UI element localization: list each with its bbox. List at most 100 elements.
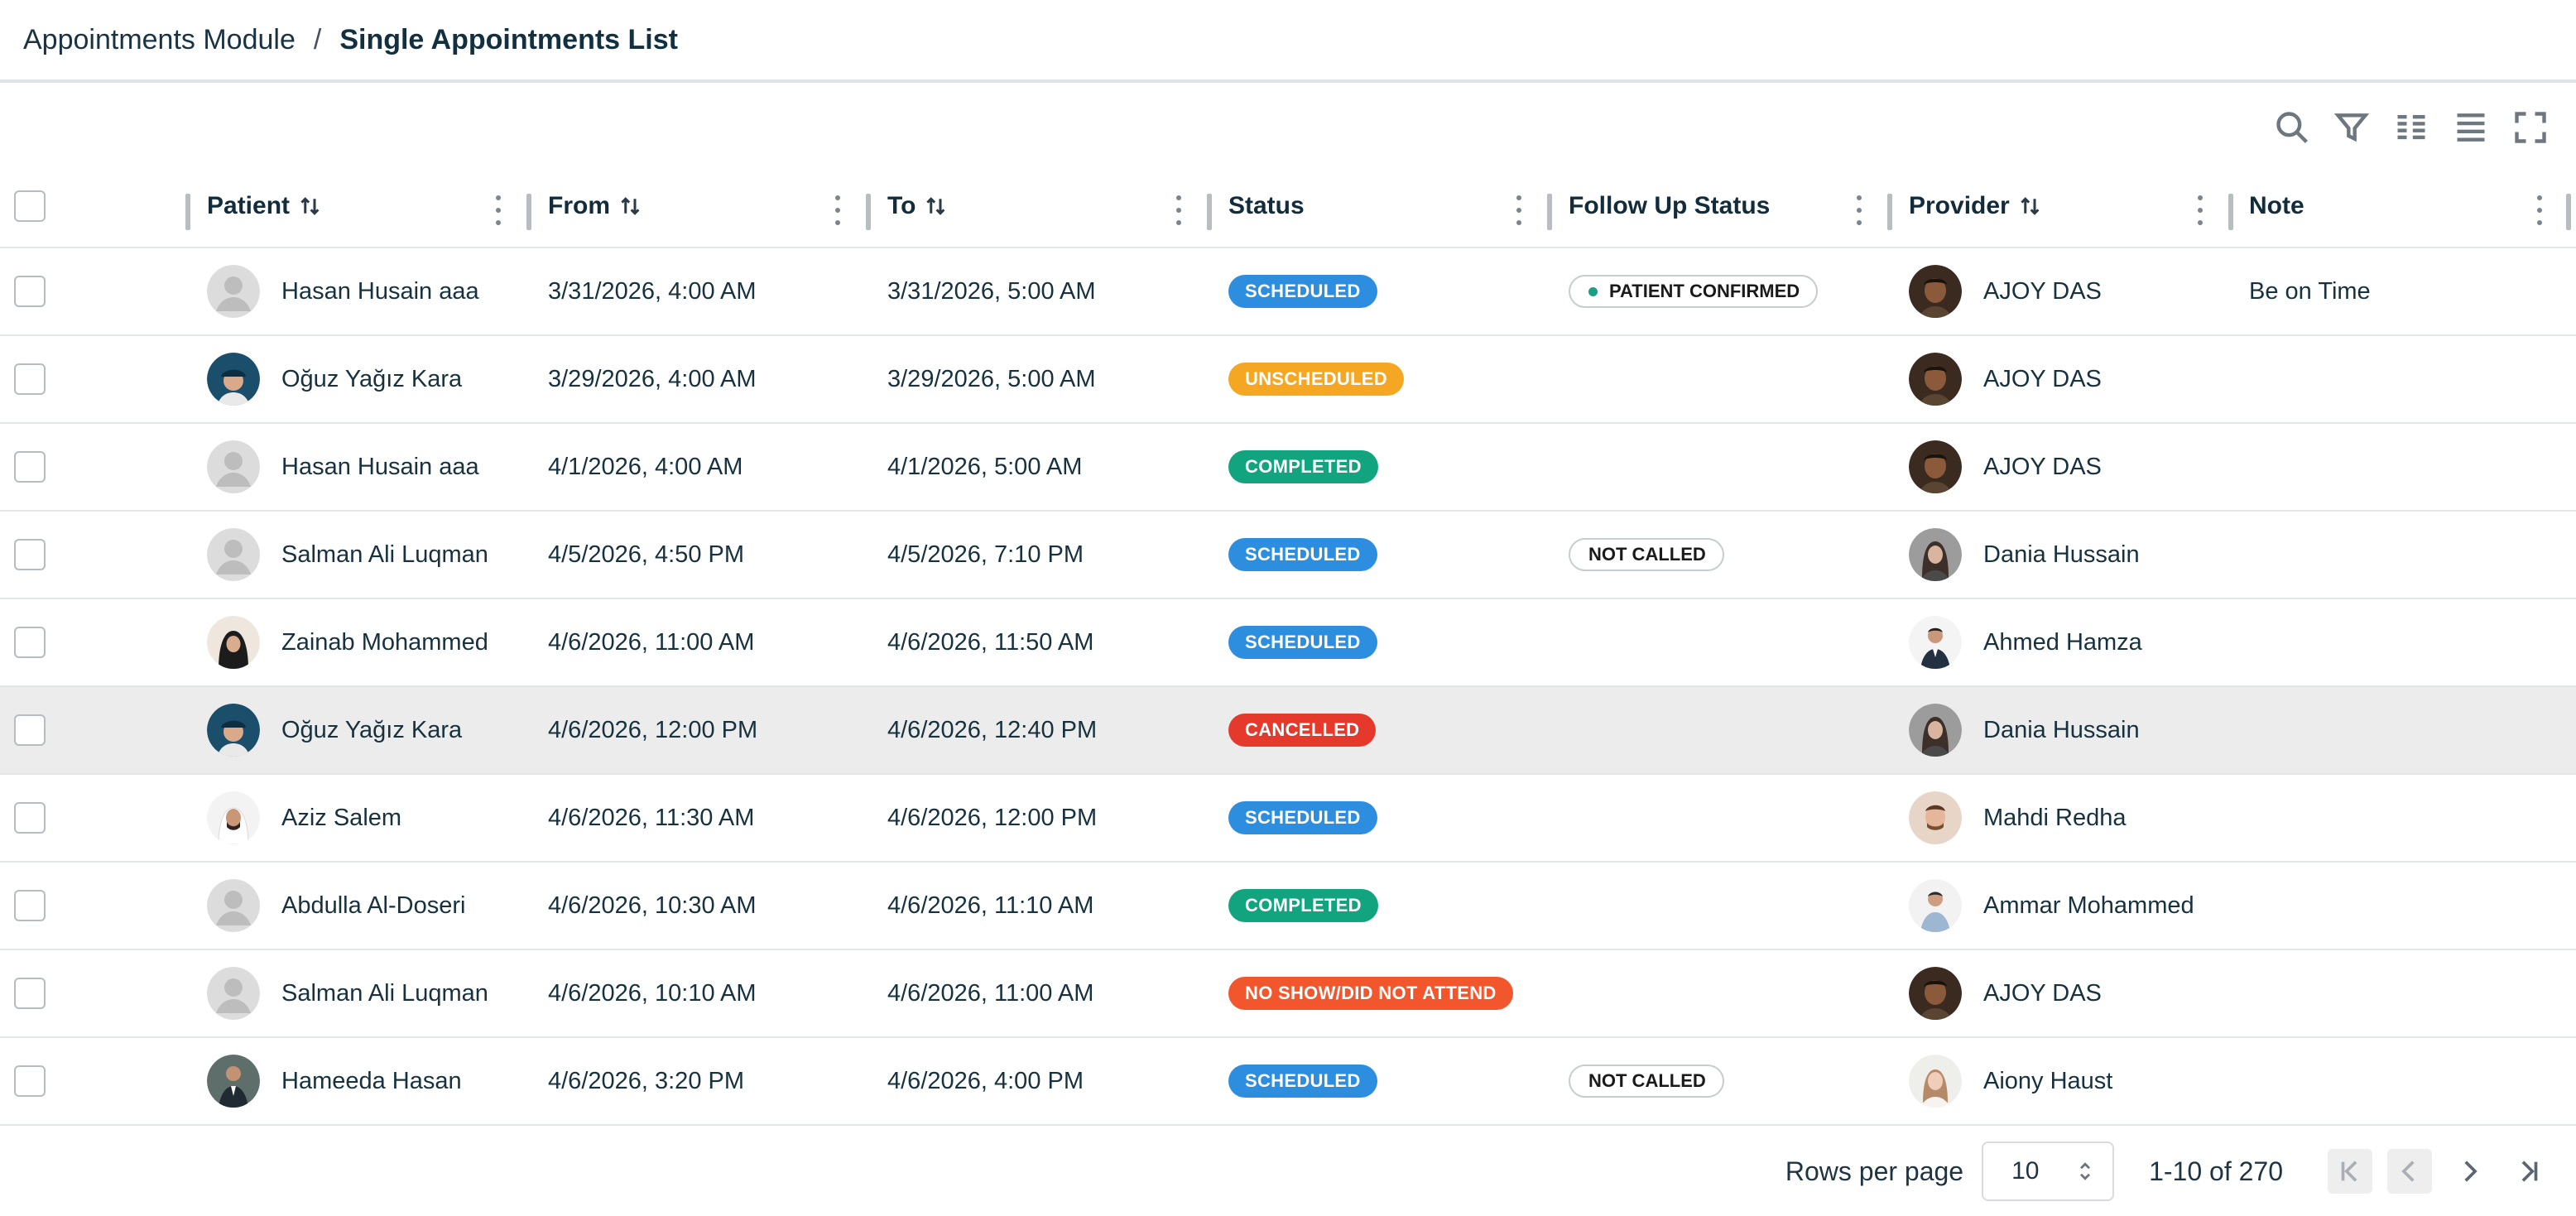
provider-name: Dania Hussain: [1983, 716, 2140, 743]
row-checkbox[interactable]: [14, 802, 46, 834]
table-row[interactable]: Oğuz Yağız Kara 3/29/2026, 4:00 AM 3/29/20…: [0, 336, 2576, 424]
patient-cell[interactable]: Oğuz Yağız Kara: [207, 687, 521, 773]
row-checkbox[interactable]: [14, 978, 46, 1009]
row-checkbox[interactable]: [14, 363, 46, 395]
provider-cell[interactable]: AJOY DAS: [1909, 248, 2223, 334]
header-select-cell: [0, 166, 184, 247]
density-icon: [2457, 113, 2485, 142]
columns-button[interactable]: [2391, 104, 2432, 151]
table-toolbar: [2271, 103, 2551, 152]
sort-icon[interactable]: [2018, 194, 2043, 219]
fullscreen-icon: [2515, 112, 2546, 143]
header-follow-up[interactable]: Follow Up Status: [1569, 166, 1883, 247]
patient-cell[interactable]: Abdulla Al-Doseri: [207, 863, 521, 949]
sort-icon[interactable]: [298, 194, 323, 219]
provider-cell[interactable]: Mahdi Redha: [1909, 775, 2223, 861]
column-resizer[interactable]: [1207, 194, 1212, 230]
column-menu-icon[interactable]: [1174, 195, 1184, 225]
row-checkbox[interactable]: [14, 714, 46, 746]
filter-button[interactable]: [2331, 104, 2372, 151]
select-all-checkbox[interactable]: [14, 190, 46, 222]
follow-up-cell: [1569, 336, 1883, 422]
patient-cell[interactable]: Salman Ali Luqman: [207, 512, 521, 598]
header-to[interactable]: To: [887, 166, 1202, 247]
column-menu-icon[interactable]: [1514, 195, 1524, 225]
provider-name: Mahdi Redha: [1983, 804, 2127, 831]
column-menu-icon[interactable]: [1854, 195, 1864, 225]
header-from[interactable]: From: [548, 166, 863, 247]
column-resizer[interactable]: [2566, 194, 2571, 230]
table-row[interactable]: Salman Ali Luqman 4/6/2026, 10:10 AM 4/6/2…: [0, 950, 2576, 1038]
provider-cell[interactable]: AJOY DAS: [1909, 424, 2223, 510]
provider-cell[interactable]: AJOY DAS: [1909, 336, 2223, 422]
patient-cell[interactable]: Aziz Salem: [207, 775, 521, 861]
column-menu-icon[interactable]: [2195, 195, 2205, 225]
table-row[interactable]: Zainab Mohammed 4/6/2026, 11:00 AM 4/6/202…: [0, 599, 2576, 687]
search-button[interactable]: [2271, 104, 2313, 151]
table-row[interactable]: Hasan Husain aaa 4/1/2026, 4:00 AM 4/1/202…: [0, 424, 2576, 512]
column-resizer[interactable]: [1547, 194, 1552, 230]
provider-cell[interactable]: AJOY DAS: [1909, 950, 2223, 1036]
row-checkbox[interactable]: [14, 890, 46, 921]
table-row[interactable]: Aziz Salem 4/6/2026, 11:30 AM 4/6/2026, 12…: [0, 775, 2576, 863]
patient-cell[interactable]: Zainab Mohammed: [207, 599, 521, 685]
sort-icon[interactable]: [618, 194, 643, 219]
status-cell: SCHEDULED: [1228, 512, 1543, 598]
patient-avatar: [207, 967, 260, 1020]
row-select-cell: [0, 1038, 184, 1124]
patient-cell[interactable]: Salman Ali Luqman: [207, 950, 521, 1036]
column-menu-icon[interactable]: [2535, 195, 2545, 225]
patient-cell[interactable]: Hasan Husain aaa: [207, 248, 521, 334]
provider-cell[interactable]: Dania Hussain: [1909, 687, 2223, 773]
row-checkbox[interactable]: [14, 539, 46, 570]
row-checkbox[interactable]: [14, 276, 46, 307]
table-row[interactable]: Hameeda Hasan 4/6/2026, 3:20 PM 4/6/2026, …: [0, 1038, 2576, 1126]
provider-cell[interactable]: Ammar Mohammed: [1909, 863, 2223, 949]
chevron-left-icon: [2401, 1161, 2415, 1182]
column-resizer[interactable]: [866, 194, 871, 230]
next-page-button[interactable]: [2447, 1149, 2492, 1194]
density-button[interactable]: [2450, 104, 2492, 151]
column-resizer[interactable]: [1887, 194, 1892, 230]
row-checkbox[interactable]: [14, 1065, 46, 1097]
to-cell: 4/6/2026, 4:00 PM: [887, 1067, 1084, 1094]
provider-cell[interactable]: Aiony Haust: [1909, 1038, 2223, 1124]
header-provider[interactable]: Provider: [1909, 166, 2223, 247]
patient-cell[interactable]: Hameeda Hasan: [207, 1038, 521, 1124]
row-checkbox[interactable]: [14, 627, 46, 658]
column-resizer[interactable]: [2228, 194, 2233, 230]
header-patient[interactable]: Patient: [207, 166, 521, 247]
provider-cell[interactable]: Dania Hussain: [1909, 512, 2223, 598]
status-cell: SCHEDULED: [1228, 775, 1543, 861]
row-checkbox[interactable]: [14, 451, 46, 483]
previous-page-button[interactable]: [2387, 1149, 2432, 1194]
follow-up-cell: [1569, 599, 1883, 685]
fullscreen-button[interactable]: [2510, 104, 2551, 151]
from-cell: 4/6/2026, 10:10 AM: [548, 979, 757, 1007]
follow-up-cell: NOT CALLED: [1569, 512, 1883, 598]
column-resizer[interactable]: [185, 194, 190, 230]
follow-up-cell: [1569, 687, 1883, 773]
sort-icon[interactable]: [924, 194, 949, 219]
table-row[interactable]: Oğuz Yağız Kara 4/6/2026, 12:00 PM 4/6/202…: [0, 687, 2576, 775]
note-cell: [2249, 950, 2564, 1036]
breadcrumb-parent[interactable]: Appointments Module: [23, 24, 296, 56]
table-row[interactable]: Abdulla Al-Doseri 4/6/2026, 10:30 AM 4/6/2…: [0, 863, 2576, 950]
first-page-button[interactable]: [2328, 1149, 2372, 1194]
provider-cell[interactable]: Ahmed Hamza: [1909, 599, 2223, 685]
patient-cell[interactable]: Oğuz Yağız Kara: [207, 336, 521, 422]
note-cell: [2249, 775, 2564, 861]
table-row[interactable]: Hasan Husain aaa 3/31/2026, 4:00 AM 3/31/2…: [0, 248, 2576, 336]
select-arrows-icon: [2080, 1162, 2091, 1180]
table-row[interactable]: Salman Ali Luqman 4/5/2026, 4:50 PM 4/5/20…: [0, 512, 2576, 599]
last-page-button[interactable]: [2506, 1149, 2551, 1194]
column-menu-icon[interactable]: [493, 195, 503, 225]
column-menu-icon[interactable]: [833, 195, 843, 225]
header-note[interactable]: Note: [2249, 166, 2564, 247]
patient-cell[interactable]: Hasan Husain aaa: [207, 424, 521, 510]
rows-per-page-select[interactable]: 10: [1982, 1142, 2115, 1201]
header-status[interactable]: Status: [1228, 166, 1543, 247]
provider-avatar: [1909, 704, 1962, 757]
from-cell: 4/6/2026, 3:20 PM: [548, 1067, 744, 1094]
column-resizer[interactable]: [526, 194, 531, 230]
